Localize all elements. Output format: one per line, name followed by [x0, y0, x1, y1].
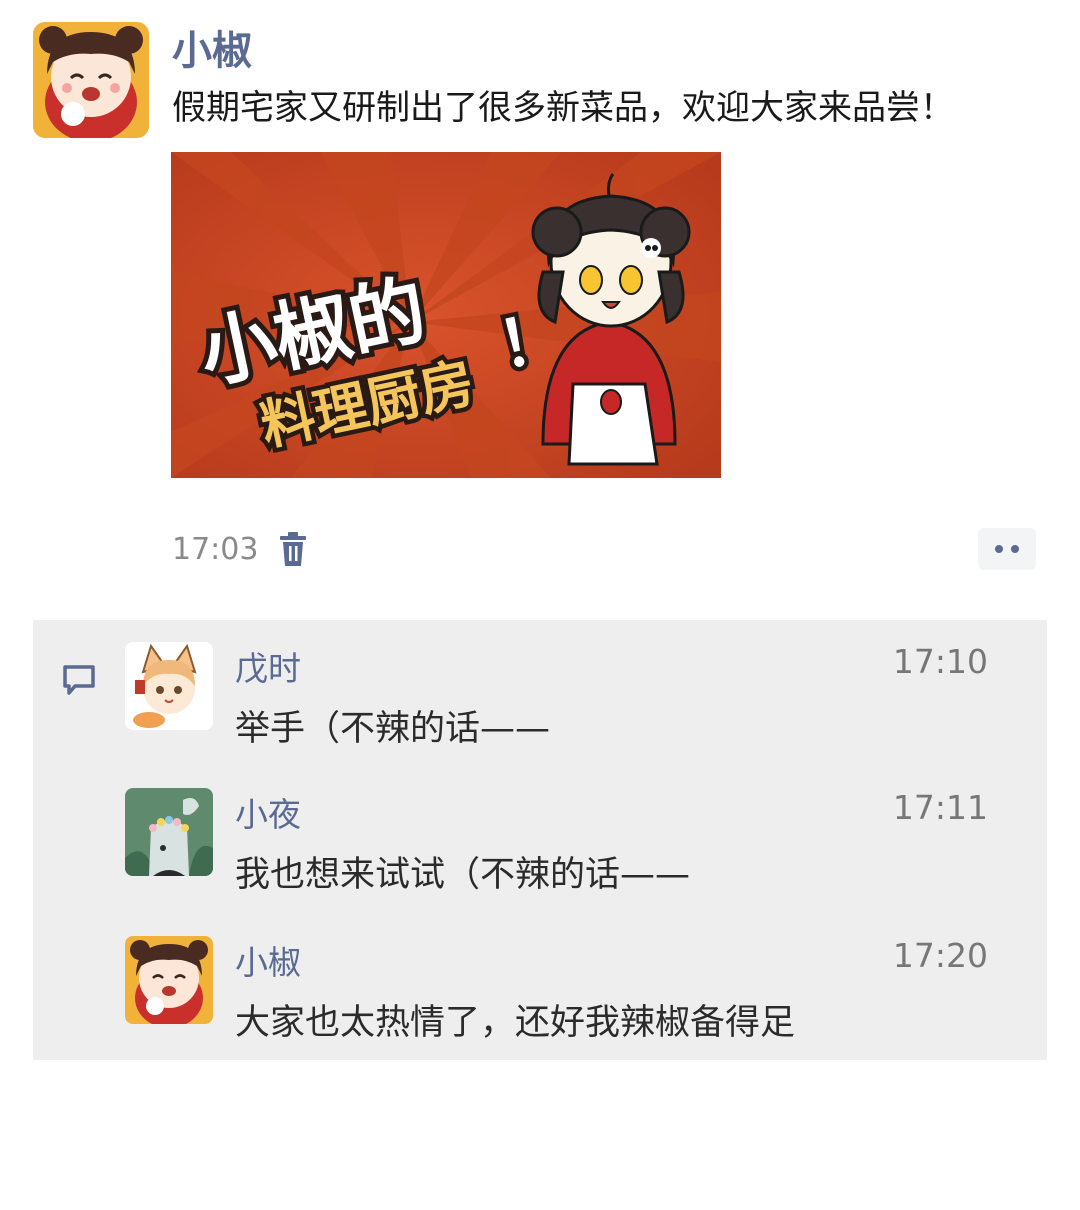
comment-bubble-icon	[61, 662, 97, 698]
post-author-avatar[interactable]	[33, 22, 149, 138]
comment-author[interactable]: 戊时	[235, 642, 301, 690]
more-dot	[1011, 545, 1019, 553]
post-image[interactable]: 小椒的 料理厨房 ！	[171, 152, 721, 478]
post-timestamp: 17:03	[172, 532, 259, 567]
comment-avatar[interactable]	[125, 642, 213, 730]
trash-icon[interactable]	[276, 532, 310, 568]
comment-text: 举手（不辣的话——	[235, 709, 551, 749]
comment-text: 我也想来试试（不辣的话——	[235, 855, 691, 895]
comment-time: 17:20	[892, 936, 988, 975]
more-dots-icon[interactable]	[978, 528, 1036, 570]
comment-item[interactable]: 小椒 17:20 大家也太热情了，还好我辣椒备得足	[125, 936, 1025, 1043]
comment-author[interactable]: 小夜	[235, 788, 301, 836]
comment-item[interactable]: 戊时 17:10 举手（不辣的话——	[125, 642, 1025, 749]
post-author-name[interactable]: 小椒	[172, 18, 252, 76]
post-text: 假期宅家又研制出了很多新菜品，欢迎大家来品尝！	[172, 88, 954, 128]
comment-item[interactable]: 小夜 17:11 我也想来试试（不辣的话——	[125, 788, 1025, 895]
more-dot	[995, 545, 1003, 553]
comment-avatar[interactable]	[125, 936, 213, 1024]
comments-section: 戊时 17:10 举手（不辣的话—— 小夜 17:11 我也想来试试（不辣的话—…	[33, 620, 1047, 1060]
chef-character-illustration	[531, 173, 691, 466]
comment-avatar[interactable]	[125, 788, 213, 876]
comment-author[interactable]: 小椒	[235, 936, 301, 984]
comment-time: 17:10	[892, 642, 988, 681]
comment-text: 大家也太热情了，还好我辣椒备得足	[235, 1003, 796, 1043]
comment-time: 17:11	[892, 788, 988, 827]
